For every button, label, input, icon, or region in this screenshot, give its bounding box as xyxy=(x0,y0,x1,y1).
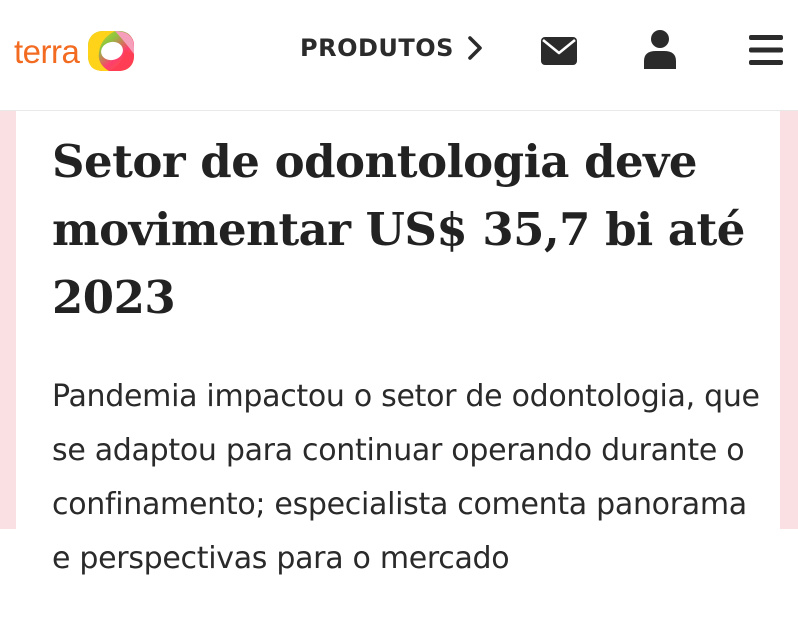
logo-text: terra xyxy=(14,32,80,70)
user-icon[interactable] xyxy=(643,29,677,69)
accent-stripe-left xyxy=(0,111,16,529)
article-subtitle: Pandemia impactou o setor de odontologia… xyxy=(52,379,760,576)
terra-logo[interactable]: terra xyxy=(14,28,137,74)
mail-icon[interactable] xyxy=(541,37,577,65)
accent-stripe-right xyxy=(780,111,798,529)
produtos-menu-button[interactable]: PRODUTOS xyxy=(300,34,484,62)
menu-icon[interactable] xyxy=(749,34,783,66)
terra-logo-icon xyxy=(88,31,135,71)
site-header: terra PRODUTOS xyxy=(0,0,798,111)
chevron-right-icon xyxy=(468,36,482,60)
produtos-label: PRODUTOS xyxy=(300,34,454,62)
article-headline: Setor de odontologia deve movimentar US$… xyxy=(52,135,745,324)
